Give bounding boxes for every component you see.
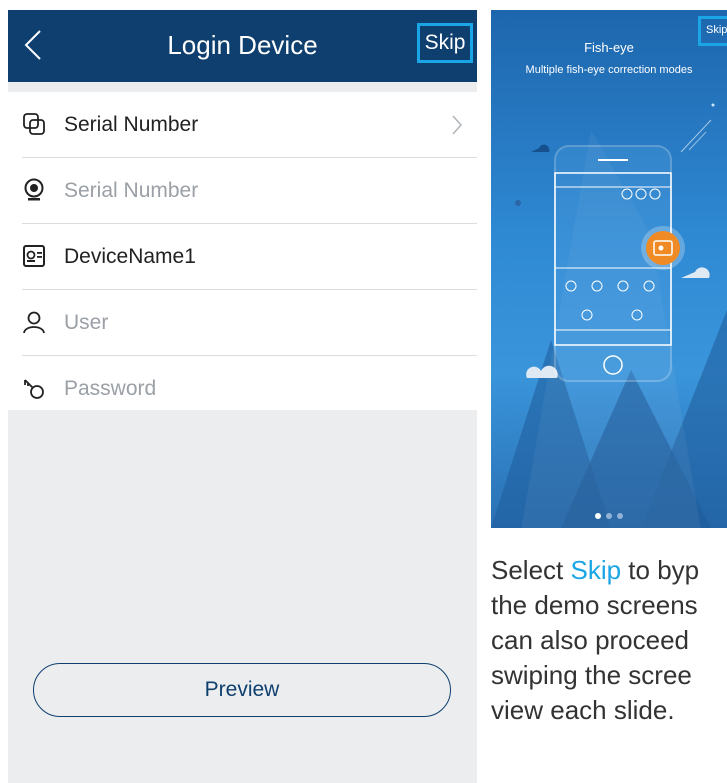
page-title: Login Device	[167, 30, 318, 60]
user-field[interactable]: User	[8, 290, 477, 356]
camera-icon	[24, 178, 44, 201]
serial-number-select-row[interactable]: Serial Number	[8, 92, 477, 158]
user-icon	[23, 311, 45, 334]
link-icon	[23, 113, 45, 135]
skip-keyword: Skip	[570, 555, 622, 585]
skip-button[interactable]: Skip	[417, 23, 473, 63]
slide-title: Fish-eye	[584, 40, 634, 55]
device-card-icon	[23, 245, 45, 267]
demo-slide[interactable]: Skip Fish-eye Multiple fish-eye correcti…	[491, 10, 727, 528]
caption-line: swiping the scree	[491, 660, 692, 690]
preview-button[interactable]: Preview	[33, 663, 451, 717]
serial-number-field[interactable]: Serial Number	[8, 158, 477, 224]
page-indicator	[595, 506, 628, 524]
page-dot[interactable]	[606, 513, 612, 519]
serial-number-placeholder: Serial Number	[64, 179, 199, 202]
serial-number-label: Serial Number	[64, 113, 199, 136]
device-name-value: DeviceName1	[64, 245, 196, 268]
page-dot[interactable]	[595, 513, 601, 519]
nav-bar: Login Device Skip	[8, 10, 477, 82]
password-placeholder: Password	[64, 377, 157, 400]
caption-line: the demo screens	[491, 590, 698, 620]
key-icon	[24, 379, 44, 399]
instruction-caption: Select Skip to byp the demo screens can …	[491, 553, 727, 783]
fish-eye-illustration	[491, 103, 727, 528]
caption-line: can also proceed	[491, 625, 690, 655]
slide-subtitle: Multiple fish-eye correction modes	[525, 64, 693, 76]
page-dot[interactable]	[617, 513, 623, 519]
user-placeholder: User	[64, 311, 109, 334]
password-field[interactable]: Password	[8, 356, 477, 422]
caption-line: Select Skip to byp	[491, 555, 700, 585]
chevron-right-icon	[452, 115, 463, 135]
login-device-screen: Login Device Skip Serial Number Serial N…	[8, 10, 477, 783]
caption-line: view each slide.	[491, 695, 675, 725]
login-form: Serial Number Serial Number DeviceName1 …	[8, 92, 477, 410]
device-name-field[interactable]: DeviceName1	[8, 224, 477, 290]
